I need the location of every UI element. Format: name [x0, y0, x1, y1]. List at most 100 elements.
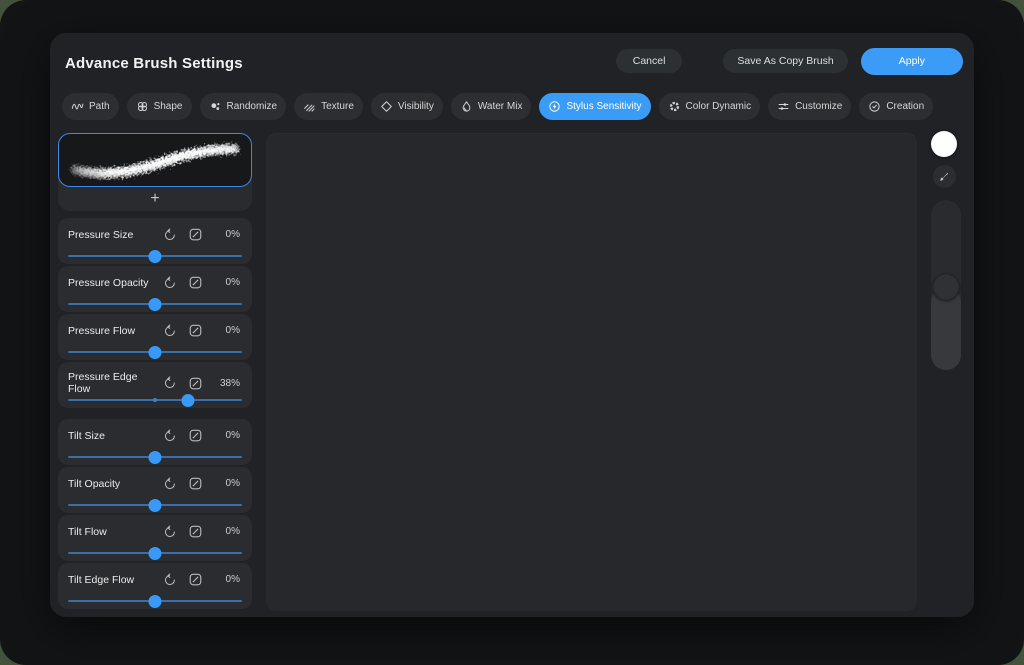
tab-label: Creation — [886, 101, 924, 112]
slider-pressure-flow: Pressure Flow0% — [58, 314, 252, 360]
slider-track[interactable] — [68, 249, 242, 263]
slider-tilt-opacity: Tilt Opacity 0% — [58, 467, 252, 513]
curve-icon[interactable] — [188, 524, 203, 539]
slider-track[interactable] — [68, 450, 242, 464]
color-dynamic-icon — [668, 100, 681, 113]
tab-texture[interactable]: Texture — [294, 93, 363, 120]
brush-stroke-preview — [64, 137, 246, 183]
slider-group-1: Pressure Size0%Pressure Opacity0%Pressur… — [58, 218, 252, 408]
slider-pressure-edge-flow: Pressure Edge Flow 38% — [58, 362, 252, 408]
slider-thumb[interactable] — [149, 595, 162, 608]
tab-label: Customize — [795, 101, 842, 112]
slider-label: Tilt Size — [68, 430, 152, 442]
curve-icon[interactable] — [188, 428, 203, 443]
brush-preview[interactable] — [58, 133, 252, 187]
tab-water-mix[interactable]: Water Mix — [451, 93, 532, 120]
tab-label: Color Dynamic — [686, 101, 752, 112]
tab-label: Water Mix — [478, 101, 523, 112]
slider-track[interactable] — [68, 546, 242, 560]
slider-thumb[interactable] — [149, 346, 162, 359]
visibility-icon — [380, 100, 393, 113]
curve-icon[interactable] — [188, 376, 203, 391]
tab-customize[interactable]: Customize — [768, 93, 851, 120]
slider-value: 0% — [214, 526, 240, 537]
slider-thumb[interactable] — [149, 298, 162, 311]
curve-icon[interactable] — [188, 227, 203, 242]
apply-button[interactable]: Apply — [861, 48, 963, 75]
reset-icon[interactable] — [163, 228, 177, 242]
slider-value: 0% — [214, 229, 240, 240]
tab-label: Texture — [321, 101, 354, 112]
reset-icon[interactable] — [163, 573, 177, 587]
stylus-sensitivity-icon — [548, 100, 561, 113]
add-brush-state-button[interactable]: + — [58, 187, 252, 211]
curve-icon[interactable] — [188, 275, 203, 290]
slider-thumb[interactable] — [149, 250, 162, 263]
slider-track[interactable] — [68, 297, 242, 311]
reset-icon[interactable] — [163, 477, 177, 491]
slider-thumb[interactable] — [149, 547, 162, 560]
slider-label: Tilt Opacity — [68, 478, 152, 490]
slider-pressure-size: Pressure Size 0% — [58, 218, 252, 264]
slider-label: Pressure Edge Flow — [68, 371, 152, 395]
slider-label: Tilt Edge Flow — [68, 574, 152, 586]
tab-visibility[interactable]: Visibility — [371, 93, 443, 120]
slider-value: 0% — [214, 574, 240, 585]
brush-test-canvas[interactable] — [266, 133, 917, 611]
water-mix-icon — [460, 100, 473, 113]
cancel-button[interactable]: Cancel — [616, 49, 683, 73]
slider-value: 0% — [214, 325, 240, 336]
tab-creation[interactable]: Creation — [859, 93, 933, 120]
brush-preview-card: + — [58, 133, 252, 211]
slider-thumb[interactable] — [149, 451, 162, 464]
reset-icon[interactable] — [163, 276, 177, 290]
reset-icon[interactable] — [163, 324, 177, 338]
shape-icon — [136, 100, 149, 113]
slider-track[interactable] — [68, 498, 242, 512]
slider-tilt-size: Tilt Size 0% — [58, 419, 252, 465]
tab-label: Visibility — [398, 101, 434, 112]
tab-label: Randomize — [227, 101, 278, 112]
curve-icon[interactable] — [188, 476, 203, 491]
curve-icon[interactable] — [188, 572, 203, 587]
curve-icon[interactable] — [188, 323, 203, 338]
slider-thumb[interactable] — [149, 499, 162, 512]
texture-icon — [303, 100, 316, 113]
slider-label: Pressure Size — [68, 229, 152, 241]
tab-path[interactable]: Path — [62, 93, 119, 120]
tab-randomize[interactable]: Randomize — [200, 93, 287, 120]
customize-icon — [777, 100, 790, 113]
slider-value: 0% — [214, 430, 240, 441]
plus-icon: + — [150, 191, 159, 207]
color-swatch[interactable] — [931, 131, 957, 157]
slider-tilt-edge-flow: Tilt Edge Flow 0% — [58, 563, 252, 609]
slider-thumb[interactable] — [182, 394, 195, 407]
reset-icon[interactable] — [163, 376, 177, 390]
tab-color-dynamic[interactable]: Color Dynamic — [659, 93, 761, 120]
brush-icon — [938, 170, 951, 183]
tab-stylus-sensitivity[interactable]: Stylus Sensitivity — [539, 93, 650, 120]
slider-panel: Pressure Size0%Pressure Opacity0%Pressur… — [58, 218, 252, 609]
slider-label: Pressure Opacity — [68, 277, 152, 289]
slider-panel-column: + Pressure Size0%Pressure Opacity0%Press… — [58, 133, 252, 611]
creation-icon — [868, 100, 881, 113]
reset-icon[interactable] — [163, 525, 177, 539]
reset-icon[interactable] — [163, 429, 177, 443]
tab-label: Stylus Sensitivity — [566, 101, 641, 112]
brush-size-slider-thumb[interactable] — [932, 273, 960, 301]
slider-track[interactable] — [68, 393, 242, 407]
slider-track[interactable] — [68, 594, 242, 608]
brush-tool-button[interactable] — [933, 165, 956, 188]
slider-center-dot — [153, 398, 157, 402]
slider-value: 0% — [214, 478, 240, 489]
slider-tilt-flow: Tilt Flow0% — [58, 515, 252, 561]
path-icon — [71, 100, 84, 113]
save-as-copy-brush-button[interactable]: Save As Copy Brush — [723, 49, 847, 73]
tab-bar: Path Shape Randomize Texture Visibility Water… — [62, 93, 933, 120]
slider-value: 0% — [214, 277, 240, 288]
brush-size-slider-track[interactable] — [931, 200, 961, 370]
slider-value: 38% — [214, 378, 240, 389]
advance-brush-settings-dialog: Advance Brush Settings Cancel Save As Co… — [50, 33, 974, 617]
tab-shape[interactable]: Shape — [127, 93, 192, 120]
slider-track[interactable] — [68, 345, 242, 359]
